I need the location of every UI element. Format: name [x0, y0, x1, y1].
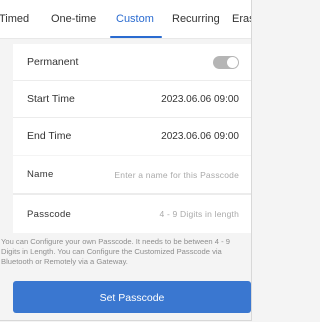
tab-one-time[interactable]: One-time: [51, 0, 96, 38]
active-tab-indicator: [110, 36, 162, 38]
passcode-form-card: Name Passcode: [13, 156, 251, 233]
passcode-label: Passcode: [27, 209, 72, 220]
tab-recurring[interactable]: Recurring: [172, 0, 220, 38]
passcode-row: Passcode: [13, 194, 251, 233]
permanent-toggle[interactable]: [213, 56, 239, 69]
permanent-row: Permanent: [13, 44, 251, 81]
end-time-row[interactable]: End Time 2023.06.06 09:00: [13, 118, 251, 155]
name-row: Name: [13, 156, 251, 194]
permanent-label: Permanent: [27, 56, 79, 68]
toggle-knob: [227, 57, 238, 68]
tab-custom[interactable]: Custom: [116, 0, 154, 38]
start-time-row[interactable]: Start Time 2023.06.06 09:00: [13, 81, 251, 118]
name-input[interactable]: [89, 168, 239, 182]
end-time-label: End Time: [27, 130, 72, 142]
end-time-value[interactable]: 2023.06.06 09:00: [161, 118, 239, 155]
tab-timed[interactable]: Timed: [0, 0, 29, 38]
set-passcode-button[interactable]: Set Passcode: [13, 281, 251, 313]
tab-bar: Timed One-time Custom Recurring Erase: [0, 0, 251, 39]
passcode-hint-text: You can Configure your own Passcode. It …: [1, 237, 230, 266]
name-label: Name: [27, 169, 54, 180]
time-settings-card: Permanent Start Time 2023.06.06 09:00 En…: [13, 44, 251, 155]
start-time-value[interactable]: 2023.06.06 09:00: [161, 81, 239, 118]
start-time-label: Start Time: [27, 93, 75, 105]
passcode-screen: Timed One-time Custom Recurring Erase Pe…: [0, 0, 252, 321]
tab-erase[interactable]: Erase: [232, 0, 251, 38]
passcode-input[interactable]: [89, 207, 239, 221]
